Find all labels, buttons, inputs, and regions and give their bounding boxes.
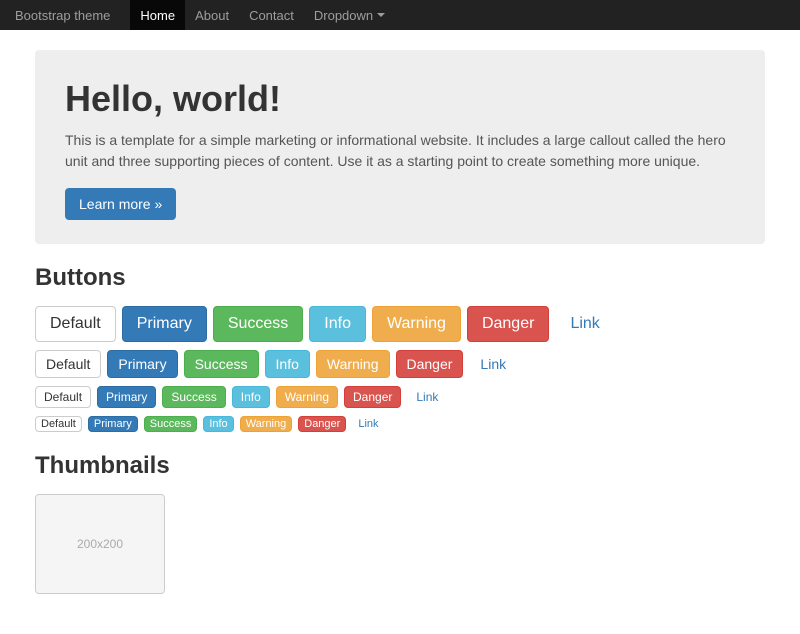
hero-heading: Hello, world! xyxy=(65,78,735,120)
buttons-section: Buttons Default Primary Success Info War… xyxy=(35,264,765,432)
nav-item-dropdown[interactable]: Dropdown xyxy=(304,0,395,30)
btn-default-md[interactable]: Default xyxy=(35,350,101,378)
thumbnail-item[interactable]: 200x200 xyxy=(35,494,165,594)
btn-default-xs[interactable]: Default xyxy=(35,416,82,432)
btn-primary-lg[interactable]: Primary xyxy=(122,306,207,342)
btn-primary-md[interactable]: Primary xyxy=(107,350,177,378)
btn-success-sm[interactable]: Success xyxy=(162,386,225,408)
nav-item-about[interactable]: About xyxy=(185,0,239,30)
button-row-lg: Default Primary Success Info Warning Dan… xyxy=(35,306,765,342)
btn-primary-xs[interactable]: Primary xyxy=(88,416,138,432)
btn-info-md[interactable]: Info xyxy=(265,350,310,378)
btn-success-md[interactable]: Success xyxy=(184,350,259,378)
btn-warning-md[interactable]: Warning xyxy=(316,350,390,378)
jumbotron: Hello, world! This is a template for a s… xyxy=(35,50,765,244)
btn-default-lg[interactable]: Default xyxy=(35,306,116,342)
hero-description: This is a template for a simple marketin… xyxy=(65,130,735,172)
btn-primary-sm[interactable]: Primary xyxy=(97,386,156,408)
thumbnail-label: 200x200 xyxy=(77,537,123,551)
btn-danger-lg[interactable]: Danger xyxy=(467,306,549,342)
buttons-heading: Buttons xyxy=(35,264,765,292)
thumbnails-heading: Thumbnails xyxy=(35,452,765,480)
nav-item-contact[interactable]: Contact xyxy=(239,0,304,30)
caret-icon xyxy=(377,13,385,17)
btn-info-sm[interactable]: Info xyxy=(232,386,270,408)
btn-success-xs[interactable]: Success xyxy=(144,416,198,432)
btn-warning-lg[interactable]: Warning xyxy=(372,306,461,342)
btn-link-xs[interactable]: Link xyxy=(352,416,384,432)
btn-info-xs[interactable]: Info xyxy=(203,416,233,432)
learn-more-button[interactable]: Learn more » xyxy=(65,188,176,220)
nav-items: Home About Contact Dropdown xyxy=(130,0,395,30)
navbar: Bootstrap theme Home About Contact Dropd… xyxy=(0,0,800,30)
navbar-brand[interactable]: Bootstrap theme xyxy=(15,8,110,23)
btn-warning-sm[interactable]: Warning xyxy=(276,386,338,408)
thumbnails-section: Thumbnails 200x200 xyxy=(35,452,765,594)
btn-danger-sm[interactable]: Danger xyxy=(344,386,401,408)
btn-warning-xs[interactable]: Warning xyxy=(240,416,293,432)
btn-danger-xs[interactable]: Danger xyxy=(298,416,346,432)
btn-success-lg[interactable]: Success xyxy=(213,306,303,342)
btn-info-lg[interactable]: Info xyxy=(309,306,366,342)
btn-link-md[interactable]: Link xyxy=(469,350,517,378)
btn-link-lg[interactable]: Link xyxy=(555,306,614,342)
button-row-sm: Default Primary Success Info Warning Dan… xyxy=(35,386,765,408)
dropdown-label: Dropdown xyxy=(314,8,385,23)
main-container: Hello, world! This is a template for a s… xyxy=(20,30,780,634)
btn-default-sm[interactable]: Default xyxy=(35,386,91,408)
btn-link-sm[interactable]: Link xyxy=(407,386,447,408)
button-row-md: Default Primary Success Info Warning Dan… xyxy=(35,350,765,378)
button-row-xs: Default Primary Success Info Warning Dan… xyxy=(35,416,765,432)
btn-danger-md[interactable]: Danger xyxy=(396,350,464,378)
nav-item-home[interactable]: Home xyxy=(130,0,185,30)
